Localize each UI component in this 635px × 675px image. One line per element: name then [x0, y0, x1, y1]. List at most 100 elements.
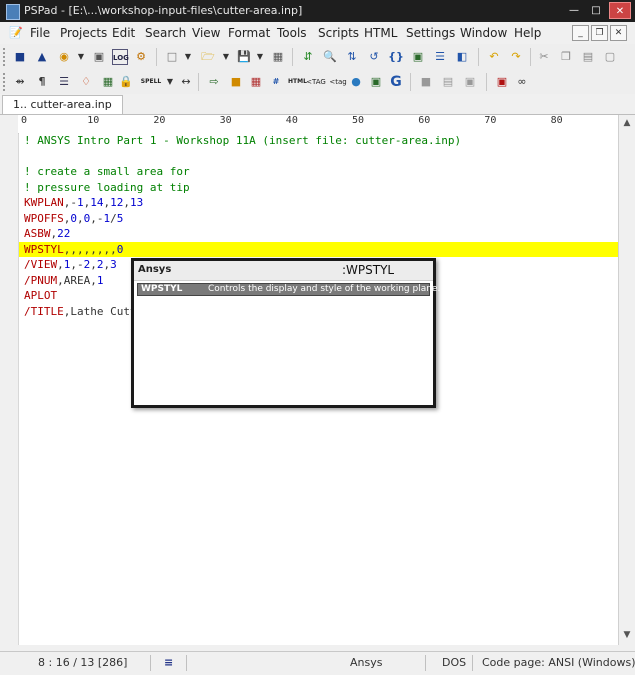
- new-dropdown-icon[interactable]: ▼: [180, 49, 196, 65]
- page-icon[interactable]: ▦: [100, 74, 116, 90]
- dropdown-arrow-icon[interactable]: ▼: [73, 49, 89, 65]
- undo-icon[interactable]: ↶: [486, 49, 502, 65]
- text-block-icon[interactable]: ☰: [56, 74, 72, 90]
- spell-check-icon[interactable]: SPELL: [138, 74, 164, 90]
- close-button[interactable]: ✕: [609, 2, 631, 19]
- find-icon[interactable]: 🔍: [322, 49, 338, 65]
- log-icon[interactable]: LOG: [112, 49, 129, 65]
- code-line[interactable]: ! ANSYS Intro Part 1 - Workshop 11A (ins…: [19, 133, 618, 148]
- menu-help[interactable]: Help: [514, 26, 541, 40]
- editor-gutter: [0, 115, 19, 645]
- project-save-icon[interactable]: ◉: [56, 49, 72, 65]
- scroll-down-arrow-icon[interactable]: ▼: [621, 629, 633, 641]
- cut-icon[interactable]: ✂: [536, 49, 552, 65]
- save-dropdown-icon[interactable]: ▼: [252, 49, 268, 65]
- tab-cutter-area[interactable]: 1.. cutter-area.inp: [2, 95, 123, 114]
- validate-icon[interactable]: ▣: [368, 74, 384, 90]
- macro-save-icon[interactable]: ▣: [462, 74, 478, 90]
- code-line[interactable]: WPSTYL,,,,,,,,0: [19, 241, 618, 257]
- popup-language: Ansys: [138, 264, 172, 275]
- ruler-tick: 80: [550, 115, 563, 126]
- compare-icon[interactable]: ⇵: [300, 49, 316, 65]
- stop-icon[interactable]: ▣: [494, 74, 510, 90]
- color-grid-icon[interactable]: ▦: [248, 74, 264, 90]
- menu-scripts[interactable]: Scripts: [318, 26, 359, 40]
- delete-icon[interactable]: ▢: [602, 49, 618, 65]
- popup-item-description: Controls the display and style of the wo…: [208, 284, 441, 294]
- open-dropdown-icon[interactable]: ▼: [218, 49, 234, 65]
- menu-file[interactable]: File: [30, 26, 50, 40]
- document-tabs: 1.. cutter-area.inp: [0, 94, 635, 115]
- spell-dropdown-icon[interactable]: ▼: [162, 74, 178, 90]
- menu-settings[interactable]: Settings: [406, 26, 455, 40]
- save-all-icon[interactable]: ▦: [270, 49, 286, 65]
- menu-search[interactable]: Search: [145, 26, 186, 40]
- redo-icon[interactable]: ↷: [508, 49, 524, 65]
- find-replace-icon[interactable]: ⇅: [344, 49, 360, 65]
- find-in-files-icon[interactable]: ↺: [366, 49, 382, 65]
- mdi-minimize-button[interactable]: _: [572, 25, 589, 41]
- project-icon[interactable]: ■: [12, 49, 28, 65]
- glasses-icon[interactable]: ∞: [514, 74, 530, 90]
- line-ending-icon[interactable]: ≡: [164, 656, 173, 669]
- pspad-app-icon[interactable]: [6, 4, 20, 20]
- pspad-window: PSPad - [E:\...\workshop-input-files\cut…: [0, 0, 635, 675]
- macro-play-icon[interactable]: ▤: [440, 74, 456, 90]
- save-icon[interactable]: 💾: [236, 49, 252, 65]
- html-icon[interactable]: HTML: [288, 74, 307, 90]
- menu-tools[interactable]: Tools: [277, 26, 307, 40]
- ruler-tick: 10: [87, 115, 100, 126]
- tag-lower-icon[interactable]: <tag: [328, 74, 348, 90]
- bookmark-icon[interactable]: ☰: [432, 49, 448, 65]
- mdi-close-button[interactable]: ✕: [610, 25, 627, 41]
- color-picker-icon[interactable]: ♢: [78, 74, 94, 90]
- paste-icon[interactable]: ▤: [580, 49, 596, 65]
- ruler-tick: 30: [219, 115, 232, 126]
- code-line[interactable]: ! create a small area for: [19, 164, 618, 179]
- maximize-button[interactable]: □: [585, 2, 607, 19]
- pilcrow-icon[interactable]: ¶: [34, 74, 50, 90]
- popup-list-item[interactable]: WPSTYL Controls the display and style of…: [137, 283, 440, 296]
- ftp-icon[interactable]: ▣: [91, 49, 107, 65]
- mdi-restore-button[interactable]: ❐: [591, 25, 608, 41]
- main-toolbar: ■ ▲ ◉ ▼ ▣ LOG ⚙ □ ▼ 🗁 ▼ 💾 ▼ ▦ ⇵ 🔍 ⇅ ↺ {}…: [0, 44, 635, 71]
- menu-format[interactable]: Format: [228, 26, 270, 40]
- ruler-tick: 70: [484, 115, 497, 126]
- menu-html[interactable]: HTML: [364, 26, 397, 40]
- code-line[interactable]: ASBW,22: [19, 226, 618, 241]
- tag-upper-icon[interactable]: <TAG: [306, 74, 326, 90]
- word-wrap-icon[interactable]: ⇴: [12, 74, 28, 90]
- ruler-toggle-icon[interactable]: ↔: [178, 74, 194, 90]
- open-folder-icon[interactable]: 🗁: [200, 49, 216, 65]
- code-line[interactable]: WPOFFS,0,0,-1/5: [19, 211, 618, 226]
- code-explorer-icon[interactable]: ◧: [454, 49, 470, 65]
- google-icon[interactable]: G: [388, 74, 404, 90]
- minimize-button[interactable]: —: [563, 2, 585, 19]
- code-line[interactable]: KWPLAN,-1,14,12,13: [19, 195, 618, 210]
- menu-projects[interactable]: Projects: [60, 26, 107, 40]
- cube-icon[interactable]: ■: [228, 74, 244, 90]
- vertical-scrollbar[interactable]: ▲ ▼: [618, 115, 635, 645]
- globe-icon[interactable]: ●: [348, 74, 364, 90]
- menu-view[interactable]: View: [192, 26, 220, 40]
- macro-record-icon[interactable]: ■: [418, 74, 434, 90]
- matching-bracket-icon[interactable]: {}: [388, 49, 404, 65]
- code-line[interactable]: [19, 149, 618, 164]
- status-codepage[interactable]: Code page: ANSI (Windows): [482, 656, 635, 669]
- code-line[interactable]: ! pressure loading at tip: [19, 180, 618, 195]
- settings-gear-icon[interactable]: ⚙: [133, 49, 149, 65]
- new-file-icon[interactable]: □: [164, 49, 180, 65]
- status-eol[interactable]: DOS: [442, 656, 466, 669]
- scroll-up-arrow-icon[interactable]: ▲: [621, 117, 633, 129]
- insert-icon[interactable]: ⇨: [206, 74, 222, 90]
- copy-icon[interactable]: ❐: [558, 49, 574, 65]
- status-language[interactable]: Ansys: [350, 656, 382, 669]
- clip-icon[interactable]: ▣: [410, 49, 426, 65]
- project-open-icon[interactable]: ▲: [34, 49, 50, 65]
- document-edit-icon: 📝: [9, 26, 23, 39]
- menu-window[interactable]: Window: [460, 26, 507, 40]
- menu-edit[interactable]: Edit: [112, 26, 135, 40]
- popup-item-keyword: WPSTYL: [141, 284, 183, 294]
- hash-icon[interactable]: #: [268, 74, 284, 90]
- lock-icon[interactable]: 🔒: [118, 74, 134, 90]
